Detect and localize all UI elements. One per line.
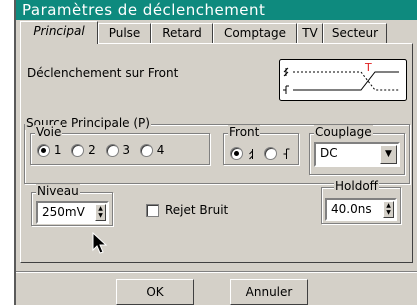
tab-tv[interactable]: TV (297, 23, 323, 43)
holdoff-value: 40.0ns (331, 202, 372, 216)
holdoff-legend: Holdoff (334, 179, 379, 193)
spin-buttons-icon[interactable]: ▲ ▼ (383, 201, 394, 218)
front-falling-radio[interactable] (264, 147, 278, 160)
spin-buttons-icon[interactable]: ▲ ▼ (95, 204, 106, 221)
trigger-mode-label: Déclenchement sur Front (27, 66, 179, 80)
niveau-group: Niveau 250mV ▲ ▼ (31, 184, 113, 226)
couplage-value: DC (320, 146, 338, 160)
trigger-settings-dialog: Paramètres de déclenchement Principal Pu… (14, 0, 417, 305)
edge-preview-graphic: T (279, 59, 407, 101)
tab-pulse[interactable]: Pulse (98, 23, 151, 43)
holdoff-stepper[interactable]: 40.0ns ▲ ▼ (325, 198, 397, 221)
voie-radio-3[interactable] (105, 144, 119, 157)
couplage-select[interactable]: DC ▼ (314, 142, 400, 167)
source-principale-group: Source Principale (P) Voie 1 2 3 4 Front (24, 116, 410, 184)
falling-edge-icon (283, 148, 290, 159)
front-group: Front (223, 125, 299, 165)
niveau-value: 250mV (42, 205, 85, 219)
voie-radio-row: 1 2 3 4 (37, 143, 164, 157)
tab-comptage[interactable]: Comptage (213, 23, 297, 43)
voie-radio-2[interactable] (71, 144, 85, 157)
tab-secteur[interactable]: Secteur (323, 23, 387, 43)
rejet-bruit-checkbox[interactable] (146, 204, 159, 217)
niveau-legend: Niveau (36, 184, 80, 198)
cancel-button[interactable]: Annuler (230, 279, 308, 305)
front-radio-row (230, 143, 291, 162)
ok-button[interactable]: OK (116, 279, 194, 305)
principal-panel: Déclenchement sur Front T Source Princip… (20, 43, 413, 263)
rising-edge-icon (249, 148, 254, 159)
window-title: Paramètres de déclenchement (16, 0, 417, 20)
front-legend: Front (228, 125, 261, 139)
separator (16, 271, 417, 273)
preview-trigger-marker: T (364, 61, 372, 74)
niveau-stepper[interactable]: 250mV ▲ ▼ (36, 201, 109, 224)
tab-retard[interactable]: Retard (151, 23, 213, 43)
voie-radio-4[interactable] (139, 144, 153, 157)
voie-option-label: 3 (122, 143, 131, 157)
voie-option-label: 1 (53, 143, 62, 157)
chevron-down-icon[interactable]: ▼ (380, 145, 397, 164)
voie-option-label: 4 (156, 143, 165, 157)
voie-option-label: 2 (88, 143, 96, 157)
tab-principal[interactable]: Principal (20, 21, 98, 44)
holdoff-group: Holdoff 40.0ns ▲ ▼ (321, 179, 401, 224)
rejet-bruit-label: Rejet Bruit (165, 203, 229, 217)
voie-legend: Voie (35, 125, 63, 139)
voie-group: Voie 1 2 3 4 (30, 125, 210, 165)
couplage-group: Couplage DC ▼ (309, 125, 405, 175)
voie-radio-1[interactable] (37, 144, 50, 157)
couplage-legend: Couplage (314, 125, 373, 139)
front-rising-radio[interactable] (230, 147, 243, 160)
mouse-cursor-icon (92, 232, 108, 254)
